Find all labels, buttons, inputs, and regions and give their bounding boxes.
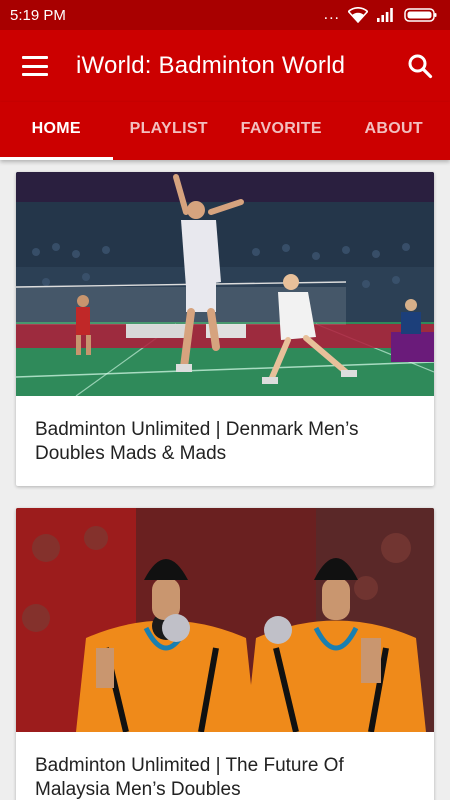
hamburger-menu-icon[interactable] [22,56,48,76]
tab-bar: HOME PLAYLIST FAVORITE ABOUT [0,102,450,160]
tab-favorite[interactable]: FAVORITE [225,102,338,160]
battery-icon [404,8,437,22]
tab-playlist[interactable]: PLAYLIST [113,102,226,160]
video-card[interactable]: Badminton Unlimited | Denmark Men’s Doub… [16,172,434,486]
video-thumbnail[interactable] [16,508,434,732]
video-thumbnail[interactable] [16,172,434,396]
video-title[interactable]: Badminton Unlimited | The Future Of Mala… [16,732,434,800]
signal-icon [377,8,393,22]
app-bar: iWorld: Badminton World [0,30,450,102]
status-icons: ... [324,7,438,23]
status-time: 5:19 PM [10,6,66,24]
search-icon[interactable] [406,52,434,80]
wifi-icon [348,7,368,23]
video-title[interactable]: Badminton Unlimited | Denmark Men’s Doub… [16,396,434,486]
video-card[interactable]: Badminton Unlimited | The Future Of Mala… [16,508,434,800]
tab-home[interactable]: HOME [0,102,113,160]
status-bar: 5:19 PM ... [0,0,450,30]
app-title: iWorld: Badminton World [76,52,346,79]
tab-about[interactable]: ABOUT [338,102,450,160]
video-feed: Badminton Unlimited | Denmark Men’s Doub… [0,160,450,800]
more-dots: ... [323,6,340,23]
